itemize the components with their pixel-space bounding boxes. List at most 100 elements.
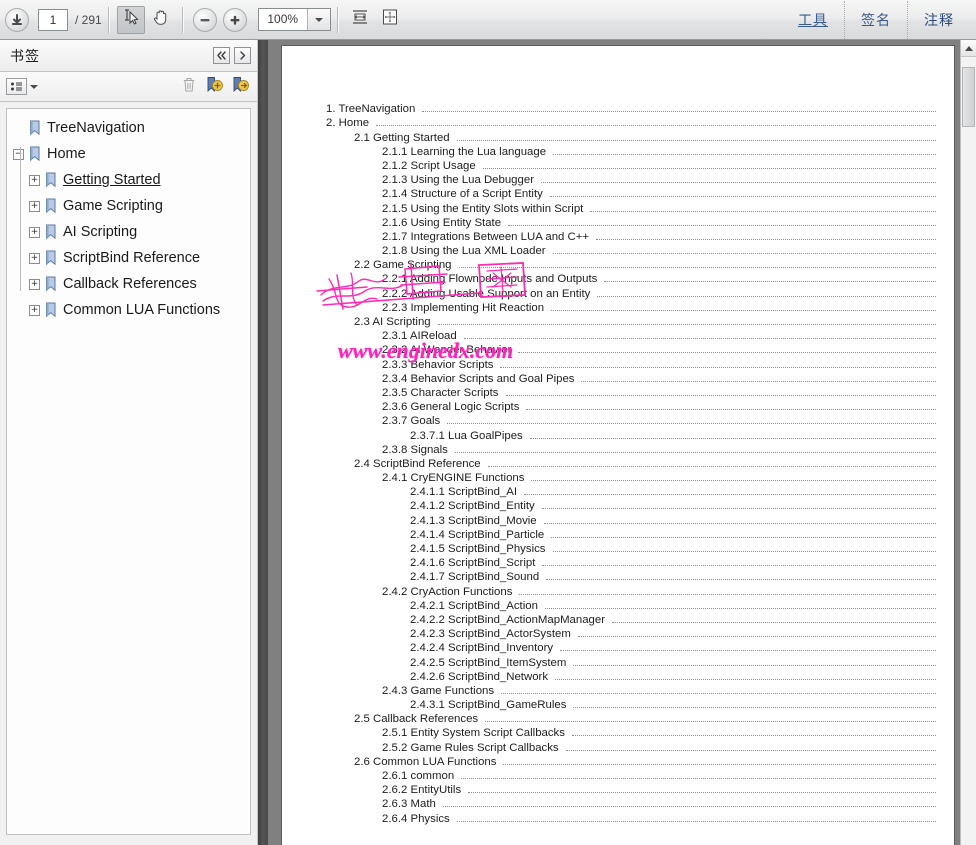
toc-entry[interactable]: 2.4.2.2 ScriptBind_ActionMapManager <box>410 612 936 626</box>
bookmark-item-home[interactable]: − Home <box>7 141 250 167</box>
toc-entry[interactable]: 2.4.1.3 ScriptBind_Movie <box>410 512 936 527</box>
toc-entry[interactable]: 2.6 Common LUA Functions <box>354 754 936 768</box>
toc-entry[interactable]: 2.3.6 General Logic Scripts <box>382 399 936 413</box>
zoom-level-combobox[interactable]: 100% <box>257 8 331 31</box>
toc-entry[interactable]: 2.1.7 Integrations Between LUA and C++ <box>382 229 936 243</box>
toc-entry[interactable]: 2.5.2 Game Rules Script Callbacks <box>382 739 936 754</box>
toc-entry[interactable]: 2.3.8 Signals <box>382 442 936 456</box>
toc-entry[interactable]: 2.2.1 Adding Flownode Inputs and Outputs <box>382 271 936 285</box>
toc-entry-label: 2.6.3 Math <box>382 798 436 811</box>
zoom-in-button[interactable] <box>221 6 249 34</box>
bookmark-item-ai-scripting[interactable]: + AI Scripting <box>7 219 250 245</box>
toc-entry[interactable]: 2.2.2 Adding Usable Support on an Entity <box>382 285 936 300</box>
bookmark-options-button[interactable] <box>6 78 38 95</box>
expand-toggle-icon[interactable]: + <box>29 200 40 212</box>
page-number-input[interactable] <box>38 8 68 31</box>
toc-entry-label: 2.3.7 Goals <box>382 415 441 428</box>
toc-entry[interactable]: 2.2.3 Implementing Hit Reaction <box>382 300 936 314</box>
scroll-up-button[interactable] <box>961 40 976 57</box>
toc-leader-dots <box>596 238 936 240</box>
toc-entry[interactable]: 2.3 AI Scripting <box>354 314 936 328</box>
scrollbar-track[interactable] <box>961 57 976 845</box>
expand-toggle-icon[interactable]: + <box>29 252 40 264</box>
toc-entry[interactable]: 2. Home <box>326 115 936 129</box>
toc-entry[interactable]: 2.5.1 Entity System Script Callbacks <box>382 725 936 739</box>
menu-comment[interactable]: 注释 <box>907 1 970 39</box>
toc-entry[interactable]: 2.1.8 Using the Lua XML Loader <box>382 243 936 257</box>
toc-entry[interactable]: 2.4.2.3 ScriptBind_ActorSystem <box>410 626 936 640</box>
menu-sign[interactable]: 签名 <box>844 1 907 39</box>
bookmark-item-getting-started[interactable]: + Getting Started <box>7 167 250 193</box>
toc-leader-dots <box>560 649 936 652</box>
delete-bookmark-button[interactable] <box>181 76 197 98</box>
toc-entry[interactable]: 2.4.2.6 ScriptBind_Network <box>410 669 936 683</box>
splitter-handle[interactable] <box>258 40 268 845</box>
bookmark-item-scriptbind-reference[interactable]: + ScriptBind Reference <box>7 245 250 271</box>
toc-entry[interactable]: 2.3.3 Behavior Scripts <box>382 356 936 371</box>
text-select-tool-button[interactable] <box>116 5 145 34</box>
toc-entry[interactable]: 2.6.4 Physics <box>382 810 936 825</box>
toc-entry[interactable]: 2.3.7.1 Lua GoalPipes <box>410 427 936 442</box>
toc-entry[interactable]: 2.3.7 Goals <box>382 413 936 427</box>
document-vertical-scrollbar[interactable] <box>960 40 976 845</box>
toc-entry[interactable]: 2.4.2.1 ScriptBind_Action <box>410 598 936 612</box>
bookmark-icon <box>28 146 42 162</box>
bookmark-label: Game Scripting <box>63 198 163 214</box>
toc-entry[interactable]: 2.4.1.1 ScriptBind_AI <box>410 484 936 498</box>
expand-toggle-icon[interactable]: + <box>29 304 40 316</box>
fit-width-button[interactable] <box>346 6 374 34</box>
toc-entry[interactable]: 2.1.4 Structure of a Script Entity <box>382 186 936 200</box>
toc-entry[interactable]: 2.6.3 Math <box>382 796 936 810</box>
toc-entry[interactable]: 1. TreeNavigation <box>326 101 936 115</box>
toc-entry[interactable]: 2.4.1.7 ScriptBind_Sound <box>410 569 936 583</box>
bookmark-item-callback-references[interactable]: + Callback References <box>7 271 250 297</box>
save-button[interactable] <box>3 6 31 34</box>
zoom-dropdown-button[interactable] <box>306 9 330 30</box>
fit-page-button[interactable] <box>376 6 404 34</box>
page-scroll-region[interactable]: 1. TreeNavigation 2. Home 2.1 Getting Star… <box>268 40 960 845</box>
toc-entry[interactable]: 2.1 Getting Started <box>354 129 936 144</box>
toc-entry[interactable]: 2.6.2 EntityUtils <box>382 782 936 796</box>
toc-entry[interactable]: 2.4 ScriptBind Reference <box>354 456 936 470</box>
collapse-toggle-icon[interactable]: − <box>13 148 24 160</box>
toc-entry[interactable]: 2.1.1 Learning the Lua language <box>382 144 936 158</box>
scrollbar-thumb[interactable] <box>962 67 975 127</box>
bookmark-item-treenavigation[interactable]: TreeNavigation <box>7 115 250 141</box>
hand-tool-button[interactable] <box>147 6 175 34</box>
toc-entry[interactable]: 2.4.1.6 ScriptBind_Script <box>410 555 936 569</box>
toc-entry[interactable]: 2.1.6 Using Entity State <box>382 215 936 229</box>
toc-entry[interactable]: 2.3.4 Behavior Scripts and Goal Pipes <box>382 371 936 385</box>
toc-entry[interactable]: 2.4.2.5 ScriptBind_ItemSystem <box>410 654 936 669</box>
bookmark-item-common-lua-functions[interactable]: + Common LUA Functions <box>7 297 250 323</box>
bookmarks-tree-container[interactable]: TreeNavigation − Home + Getting Started + Game… <box>6 108 251 835</box>
goto-bookmark-button[interactable] <box>231 76 249 98</box>
toc-entry[interactable]: 2.4.2.4 ScriptBind_Inventory <box>410 640 936 654</box>
toc-entry[interactable]: 2.4.1.4 ScriptBind_Particle <box>410 527 936 541</box>
toc-entry[interactable]: 2.3.5 Character Scripts <box>382 385 936 399</box>
expand-toggle-icon[interactable]: + <box>29 278 40 290</box>
bookmark-item-game-scripting[interactable]: + Game Scripting <box>7 193 250 219</box>
expand-toggle-icon[interactable]: + <box>29 226 40 238</box>
toc-entry[interactable]: 2.2 Game Scripting <box>354 257 936 271</box>
nav-next-button[interactable] <box>234 47 251 64</box>
toc-entry[interactable]: 2.4.3 Game Functions <box>382 683 936 697</box>
toc-entry[interactable]: 2.4.1.2 ScriptBind_Entity <box>410 498 936 512</box>
toc-entry[interactable]: 2.3.2 AI Wander Behavior <box>382 342 936 356</box>
toc-entry[interactable]: 2.4.3.1 ScriptBind_GameRules <box>410 697 936 711</box>
toc-entry[interactable]: 2.4.2 CryAction Functions <box>382 583 936 598</box>
expand-toggle-icon[interactable]: + <box>29 174 40 186</box>
toc-entry[interactable]: 2.6.1 common <box>382 768 936 782</box>
toc-entry[interactable]: 2.4.1 CryENGINE Functions <box>382 470 936 484</box>
toc-entry[interactable]: 2.5 Callback References <box>354 711 936 725</box>
panel-splitter[interactable] <box>258 40 268 845</box>
new-bookmark-button[interactable] <box>205 76 223 98</box>
toc-entry[interactable]: 2.1.2 Script Usage <box>382 158 936 172</box>
nav-prev-button[interactable] <box>213 47 230 64</box>
zoom-out-button[interactable] <box>191 6 219 34</box>
toc-entry[interactable]: 2.1.3 Using the Lua Debugger <box>382 172 936 186</box>
menu-tools[interactable]: 工具 <box>782 1 844 39</box>
toc-entry[interactable]: 2.3.1 AIReload <box>382 328 936 342</box>
toc-entry-label: 1. TreeNavigation <box>326 103 416 116</box>
toc-entry[interactable]: 2.4.1.5 ScriptBind_Physics <box>410 541 936 555</box>
toc-entry[interactable]: 2.1.5 Using the Entity Slots within Scri… <box>382 200 936 215</box>
